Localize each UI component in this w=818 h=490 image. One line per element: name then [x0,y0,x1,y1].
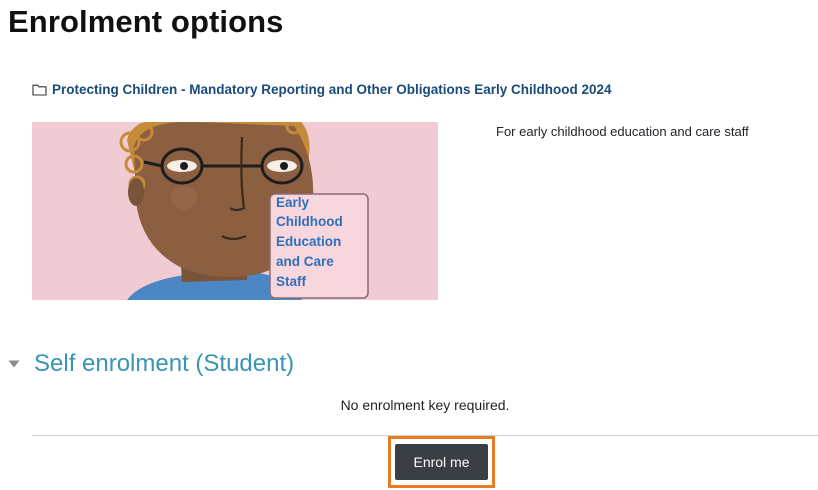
course-summary: For early childhood education and care s… [496,124,749,139]
enrol-button-highlight: Enrol me [388,436,495,488]
enrol-me-button[interactable]: Enrol me [395,444,488,480]
page-title: Enrolment options [8,4,284,39]
course-link[interactable]: Protecting Children - Mandatory Reportin… [32,82,612,97]
image-label-line-5: Staff [276,274,307,289]
enrolment-key-note: No enrolment key required. [340,397,510,413]
caret-down-icon [8,360,20,368]
section-title: Self enrolment (Student) [34,350,295,377]
self-enrolment-section-toggle[interactable]: Self enrolment (Student) [8,350,294,378]
image-label-line-4: and Care [276,254,334,269]
image-label-line-2: Childhood [276,214,343,229]
folder-icon [32,84,47,96]
image-label-line-3: Education [276,234,341,249]
course-image: Early Childhood Education and Care Staff [32,122,438,300]
course-name: Protecting Children - Mandatory Reportin… [52,82,612,97]
image-label-line-1: Early [276,195,310,210]
